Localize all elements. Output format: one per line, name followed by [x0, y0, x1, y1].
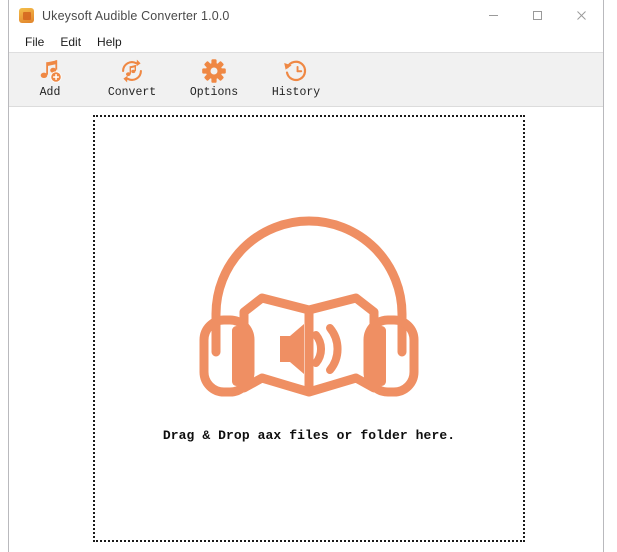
window-controls — [471, 0, 603, 31]
application-window: Ukeysoft Audible Converter 1.0.0 — [8, 0, 604, 552]
file-drop-zone[interactable]: Drag & Drop aax files or folder here. — [93, 115, 525, 542]
music-note-plus-icon — [37, 57, 63, 85]
convert-refresh-note-icon — [119, 57, 145, 85]
maximize-icon — [532, 10, 543, 21]
content-area: Drag & Drop aax files or folder here. — [9, 107, 603, 552]
menu-item-help[interactable]: Help — [89, 33, 130, 51]
drop-zone-message: Drag & Drop aax files or folder here. — [163, 428, 455, 443]
menu-item-edit[interactable]: Edit — [52, 33, 89, 51]
toolbar-label-convert: Convert — [108, 86, 156, 99]
title-bar: Ukeysoft Audible Converter 1.0.0 — [9, 0, 603, 31]
toolbar-button-options[interactable]: Options — [173, 55, 255, 105]
close-icon — [576, 10, 587, 21]
audiobook-headphones-icon — [194, 202, 424, 402]
minimize-icon — [488, 10, 499, 21]
toolbar-button-convert[interactable]: Convert — [91, 55, 173, 105]
toolbar-label-options: Options — [190, 86, 238, 99]
toolbar-button-history[interactable]: History — [255, 55, 337, 105]
maximize-button[interactable] — [515, 0, 559, 31]
toolbar: Add Convert — [9, 53, 603, 107]
menu-item-file[interactable]: File — [17, 33, 52, 51]
toolbar-label-add: Add — [40, 86, 61, 99]
menu-bar: File Edit Help — [9, 31, 603, 53]
toolbar-button-add[interactable]: Add — [9, 55, 91, 105]
app-logo-icon — [19, 8, 34, 23]
toolbar-label-history: History — [272, 86, 320, 99]
close-button[interactable] — [559, 0, 603, 31]
clock-history-icon — [283, 57, 309, 85]
window-title: Ukeysoft Audible Converter 1.0.0 — [42, 9, 230, 23]
gear-icon — [201, 57, 227, 85]
minimize-button[interactable] — [471, 0, 515, 31]
